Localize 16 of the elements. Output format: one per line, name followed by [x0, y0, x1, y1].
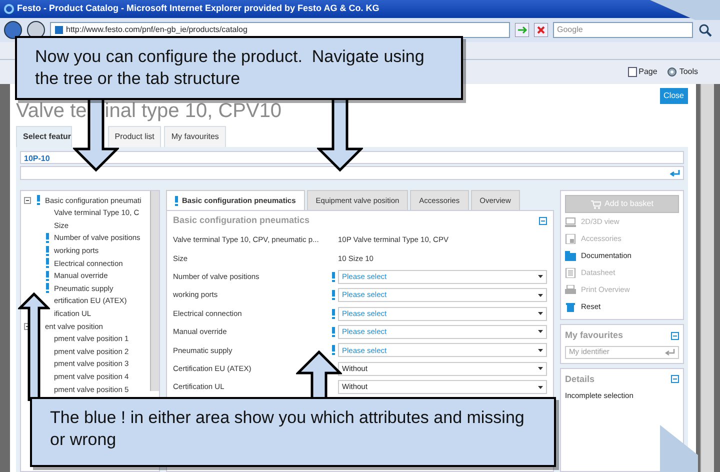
tab[interactable]: Product list	[108, 126, 162, 147]
page-heading: inal type 10, CPV10	[104, 100, 282, 122]
section-title: Basic configuration pneumatics	[173, 214, 310, 228]
callout-box: The blue ! in either area show you which attributes and missing or wrong	[30, 397, 556, 467]
product-code-field[interactable]: 10P-10	[20, 151, 684, 164]
toolbar-button[interactable]: Page	[628, 66, 658, 78]
tab[interactable]: My favourites	[164, 126, 226, 147]
close-button[interactable]: Close	[660, 88, 688, 104]
panel-title: My favourites	[565, 329, 624, 342]
search-field[interactable]: Google	[553, 22, 693, 38]
page-heading: Valve te	[16, 100, 87, 122]
callout-box: Now you can configure the product. Navigate using the tree or the tab structure	[15, 36, 463, 100]
panel-title: Details	[565, 372, 595, 386]
window-title: Festo - Product Catalog - Microsoft Internet Explorer provided by Festo AG & Co. KG	[17, 2, 380, 16]
toolbar-button[interactable]: Tools	[667, 66, 698, 78]
tab[interactable]: Select featur	[16, 126, 72, 147]
